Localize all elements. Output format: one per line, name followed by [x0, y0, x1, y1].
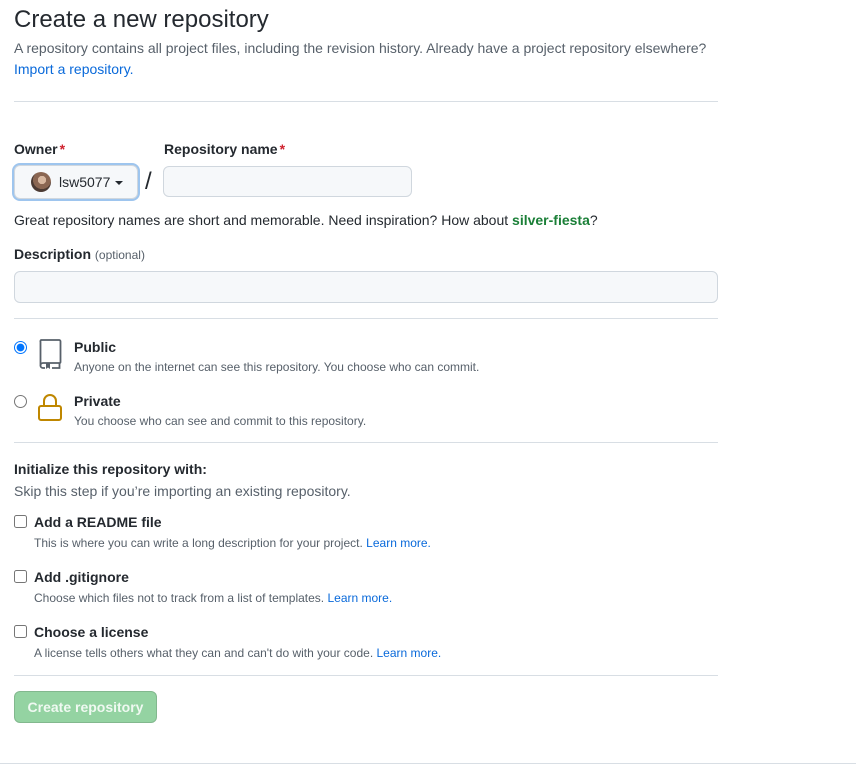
repo-name-label: Repository name *: [164, 141, 285, 157]
option-description-text: A license tells others what they can and…: [34, 646, 374, 660]
visibility-description: You choose who can see and commit to thi…: [74, 414, 367, 428]
divider: [14, 675, 718, 676]
description-input[interactable]: [14, 271, 718, 303]
owner-label-text: Owner: [14, 141, 58, 157]
option-description: This is where you can write a long descr…: [34, 534, 431, 552]
add-gitignore-checkbox[interactable]: [14, 570, 27, 583]
required-mark: *: [59, 141, 66, 157]
option-description: Choose which files not to track from a l…: [34, 589, 392, 607]
visibility-option-private[interactable]: Private You choose who can see and commi…: [14, 392, 718, 436]
description-label-text: Description: [14, 246, 92, 262]
owner-label: Owner *: [14, 141, 65, 157]
description-label: Description (optional): [14, 246, 145, 262]
initialize-title: Initialize this repository with:: [14, 461, 207, 477]
divider: [14, 318, 718, 319]
footer-divider: [0, 763, 856, 764]
public-radio[interactable]: [14, 341, 27, 354]
option-description-text: Choose which files not to track from a l…: [34, 591, 325, 605]
option-title: Add .gitignore: [34, 569, 129, 585]
visibility-title: Private: [74, 393, 121, 409]
option-description: A license tells others what they can and…: [34, 644, 441, 662]
owner-dropdown[interactable]: lsw5077: [14, 165, 138, 199]
learn-more-link[interactable]: Learn more.: [327, 591, 392, 605]
initialize-subtitle: Skip this step if you’re importing an ex…: [14, 483, 351, 499]
add-readme-option[interactable]: Add a README file This is where you can …: [14, 513, 718, 553]
visibility-description: Anyone on the internet can see this repo…: [74, 360, 480, 374]
name-hint-text: Great repository names are short and mem…: [14, 212, 513, 228]
owner-name: lsw5077: [59, 174, 111, 190]
import-repository-link[interactable]: Import a repository.: [14, 61, 134, 77]
option-title: Choose a license: [34, 624, 149, 640]
lock-icon: [38, 394, 62, 421]
name-hint-suffix: ?: [589, 212, 598, 228]
option-title: Add a README file: [34, 514, 162, 530]
name-hint: Great repository names are short and mem…: [14, 210, 598, 230]
page-description: A repository contains all project files,…: [14, 38, 718, 80]
option-description-text: This is where you can write a long descr…: [34, 536, 363, 550]
create-repository-button[interactable]: Create repository: [14, 691, 157, 723]
add-readme-checkbox[interactable]: [14, 515, 27, 528]
owner-repo-separator: /: [145, 168, 152, 195]
repo-name-label-text: Repository name: [164, 141, 278, 157]
learn-more-link[interactable]: Learn more.: [366, 536, 431, 550]
add-gitignore-option[interactable]: Add .gitignore Choose which files not to…: [14, 568, 718, 608]
required-mark: *: [279, 141, 286, 157]
private-radio[interactable]: [14, 395, 27, 408]
choose-license-checkbox[interactable]: [14, 625, 27, 638]
choose-license-option[interactable]: Choose a license A license tells others …: [14, 623, 718, 663]
learn-more-link[interactable]: Learn more.: [377, 646, 442, 660]
optional-tag: (optional): [94, 248, 145, 262]
visibility-option-public[interactable]: Public Anyone on the internet can see th…: [14, 338, 718, 382]
description-text: A repository contains all project files,…: [14, 40, 707, 56]
caret-down-icon: [115, 181, 124, 185]
avatar: [31, 172, 51, 192]
divider: [14, 101, 718, 102]
repo-icon: [39, 339, 62, 369]
repo-name-input[interactable]: [163, 166, 412, 197]
page-title: Create a new repository: [14, 6, 269, 33]
name-suggestion[interactable]: silver-fiesta: [512, 212, 590, 228]
visibility-title: Public: [74, 339, 117, 355]
divider: [14, 442, 718, 443]
